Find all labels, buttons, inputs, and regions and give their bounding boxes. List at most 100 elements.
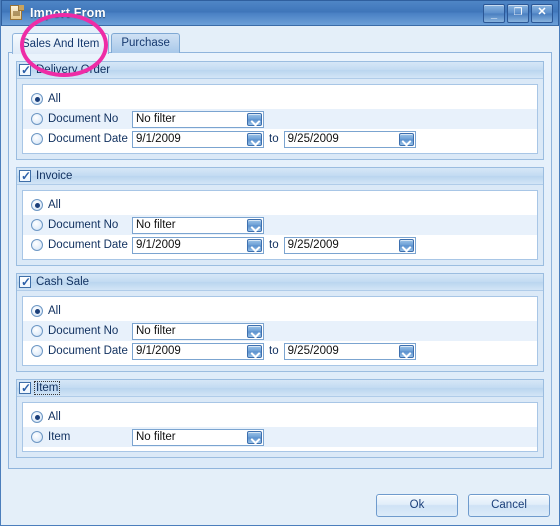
row-all-item[interactable]: All [23, 407, 537, 427]
group-cash-sale: ✓ Cash Sale All Document No No filter Do… [16, 273, 544, 372]
close-icon: ✕ [537, 5, 547, 18]
radio-label-document-no: Document No [48, 219, 119, 231]
row-document-no-delivery-order[interactable]: Document No No filter [23, 109, 537, 129]
document-icon [9, 5, 25, 21]
date-to-value: 9/25/2009 [287, 133, 339, 145]
group-header-cash-sale[interactable]: ✓ Cash Sale [17, 274, 543, 291]
calendar-chevron-down-icon[interactable] [398, 132, 414, 146]
window-controls: _ ❐ ✕ [483, 3, 553, 23]
date-to-delivery-order[interactable]: 9/25/2009 [283, 130, 416, 148]
checkbox-item[interactable]: ✓ [19, 382, 31, 394]
inner-panel-item: All Item No filter [22, 402, 538, 452]
radio-label-all: All [48, 93, 61, 105]
radio-all-item[interactable] [31, 411, 43, 423]
combo-value: No filter [136, 325, 176, 337]
window-title: Import From [30, 6, 106, 20]
calendar-chevron-down-icon[interactable] [247, 344, 262, 358]
inner-panel-cash-sale: All Document No No filter Document Date … [22, 296, 538, 366]
radio-document-date-delivery-order[interactable] [31, 133, 43, 145]
tab-sales-and-item[interactable]: Sales And Item [12, 33, 110, 54]
row-all-delivery-order[interactable]: All [23, 89, 537, 109]
dialog-client-area: Sales And Item Purchase ✓ Delivery Order [1, 26, 559, 525]
combo-value: No filter [136, 431, 176, 443]
radio-label-document-date: Document Date [48, 133, 128, 145]
minimize-button[interactable]: _ [483, 3, 505, 23]
checkbox-invoice[interactable]: ✓ [19, 170, 31, 182]
combo-document-no-cash-sale[interactable]: No filter [132, 322, 264, 340]
date-from-delivery-order[interactable]: 9/1/2009 [132, 130, 264, 148]
tab-strip: Sales And Item Purchase [8, 32, 552, 54]
radio-label-document-date: Document Date [48, 239, 128, 251]
radio-label-all: All [48, 411, 61, 423]
calendar-chevron-down-icon[interactable] [247, 132, 262, 146]
chevron-down-icon[interactable] [247, 218, 262, 232]
chevron-down-icon[interactable] [247, 324, 262, 338]
radio-document-no-cash-sale[interactable] [31, 325, 43, 337]
date-from-value: 9/1/2009 [136, 345, 181, 357]
radio-label-document-no: Document No [48, 113, 119, 125]
row-item-filter[interactable]: Item No filter [23, 427, 537, 447]
checkbox-cash-sale[interactable]: ✓ [19, 276, 31, 288]
group-body-invoice: All Document No No filter Document Date … [17, 185, 543, 265]
radio-document-date-cash-sale[interactable] [31, 345, 43, 357]
date-to-value: 9/25/2009 [287, 239, 339, 251]
row-document-date-cash-sale[interactable]: Document Date 9/1/2009 to 9/25/2009 [23, 341, 537, 361]
cancel-button[interactable]: Cancel [468, 494, 550, 517]
combo-document-no-invoice[interactable]: No filter [132, 216, 264, 234]
group-delivery-order: ✓ Delivery Order All Document No No filt… [16, 61, 544, 160]
radio-all-cash-sale[interactable] [31, 305, 43, 317]
group-title-delivery-order: Delivery Order [36, 64, 111, 76]
date-to-invoice[interactable]: 9/25/2009 [283, 236, 416, 254]
combo-document-no-delivery-order[interactable]: No filter [132, 110, 264, 128]
tab-panel-sales-and-item: ✓ Delivery Order All Document No No filt… [8, 52, 552, 469]
combo-item-filter[interactable]: No filter [132, 428, 264, 446]
to-label: to [269, 133, 279, 145]
date-from-cash-sale[interactable]: 9/1/2009 [132, 342, 264, 360]
close-button[interactable]: ✕ [531, 3, 553, 23]
radio-label-document-date: Document Date [48, 345, 128, 357]
import-from-window: Import From _ ❐ ✕ Sales And Item Purchas… [0, 0, 560, 526]
radio-label-all: All [48, 199, 61, 211]
date-from-value: 9/1/2009 [136, 239, 181, 251]
row-document-date-delivery-order[interactable]: Document Date 9/1/2009 to 9/25/2009 [23, 129, 537, 149]
row-document-no-cash-sale[interactable]: Document No No filter [23, 321, 537, 341]
radio-all-delivery-order[interactable] [31, 93, 43, 105]
calendar-chevron-down-icon[interactable] [247, 238, 262, 252]
group-item: ✓ Item All Item No filter [16, 379, 544, 458]
minimize-icon: _ [490, 7, 498, 20]
maximize-button[interactable]: ❐ [507, 3, 529, 23]
chevron-down-icon[interactable] [247, 112, 262, 126]
check-icon: ✓ [21, 169, 32, 183]
radio-all-invoice[interactable] [31, 199, 43, 211]
date-from-invoice[interactable]: 9/1/2009 [132, 236, 264, 254]
check-icon: ✓ [21, 275, 32, 289]
row-document-date-invoice[interactable]: Document Date 9/1/2009 to 9/25/2009 [23, 235, 537, 255]
row-all-invoice[interactable]: All [23, 195, 537, 215]
check-icon: ✓ [21, 381, 32, 395]
group-header-item[interactable]: ✓ Item [17, 380, 543, 397]
chevron-down-icon[interactable] [247, 430, 262, 444]
tab-purchase[interactable]: Purchase [111, 33, 180, 53]
radio-document-no-invoice[interactable] [31, 219, 43, 231]
to-label: to [269, 239, 279, 251]
radio-item[interactable] [31, 431, 43, 443]
group-body-delivery-order: All Document No No filter Document Date … [17, 79, 543, 159]
row-all-cash-sale[interactable]: All [23, 301, 537, 321]
calendar-chevron-down-icon[interactable] [398, 238, 414, 252]
check-icon: ✓ [21, 63, 32, 77]
group-body-item: All Item No filter [17, 397, 543, 457]
window-titlebar[interactable]: Import From _ ❐ ✕ [1, 0, 559, 26]
group-body-cash-sale: All Document No No filter Document Date … [17, 291, 543, 371]
ok-button[interactable]: Ok [376, 494, 458, 517]
group-header-invoice[interactable]: ✓ Invoice [17, 168, 543, 185]
row-document-no-invoice[interactable]: Document No No filter [23, 215, 537, 235]
date-to-cash-sale[interactable]: 9/25/2009 [283, 342, 416, 360]
maximize-icon: ❐ [513, 6, 523, 18]
radio-document-no-delivery-order[interactable] [31, 113, 43, 125]
checkbox-delivery-order[interactable]: ✓ [19, 64, 31, 76]
calendar-chevron-down-icon[interactable] [398, 344, 414, 358]
group-header-delivery-order[interactable]: ✓ Delivery Order [17, 62, 543, 79]
radio-label-item: Item [48, 431, 71, 443]
radio-document-date-invoice[interactable] [31, 239, 43, 251]
date-to-value: 9/25/2009 [287, 345, 339, 357]
